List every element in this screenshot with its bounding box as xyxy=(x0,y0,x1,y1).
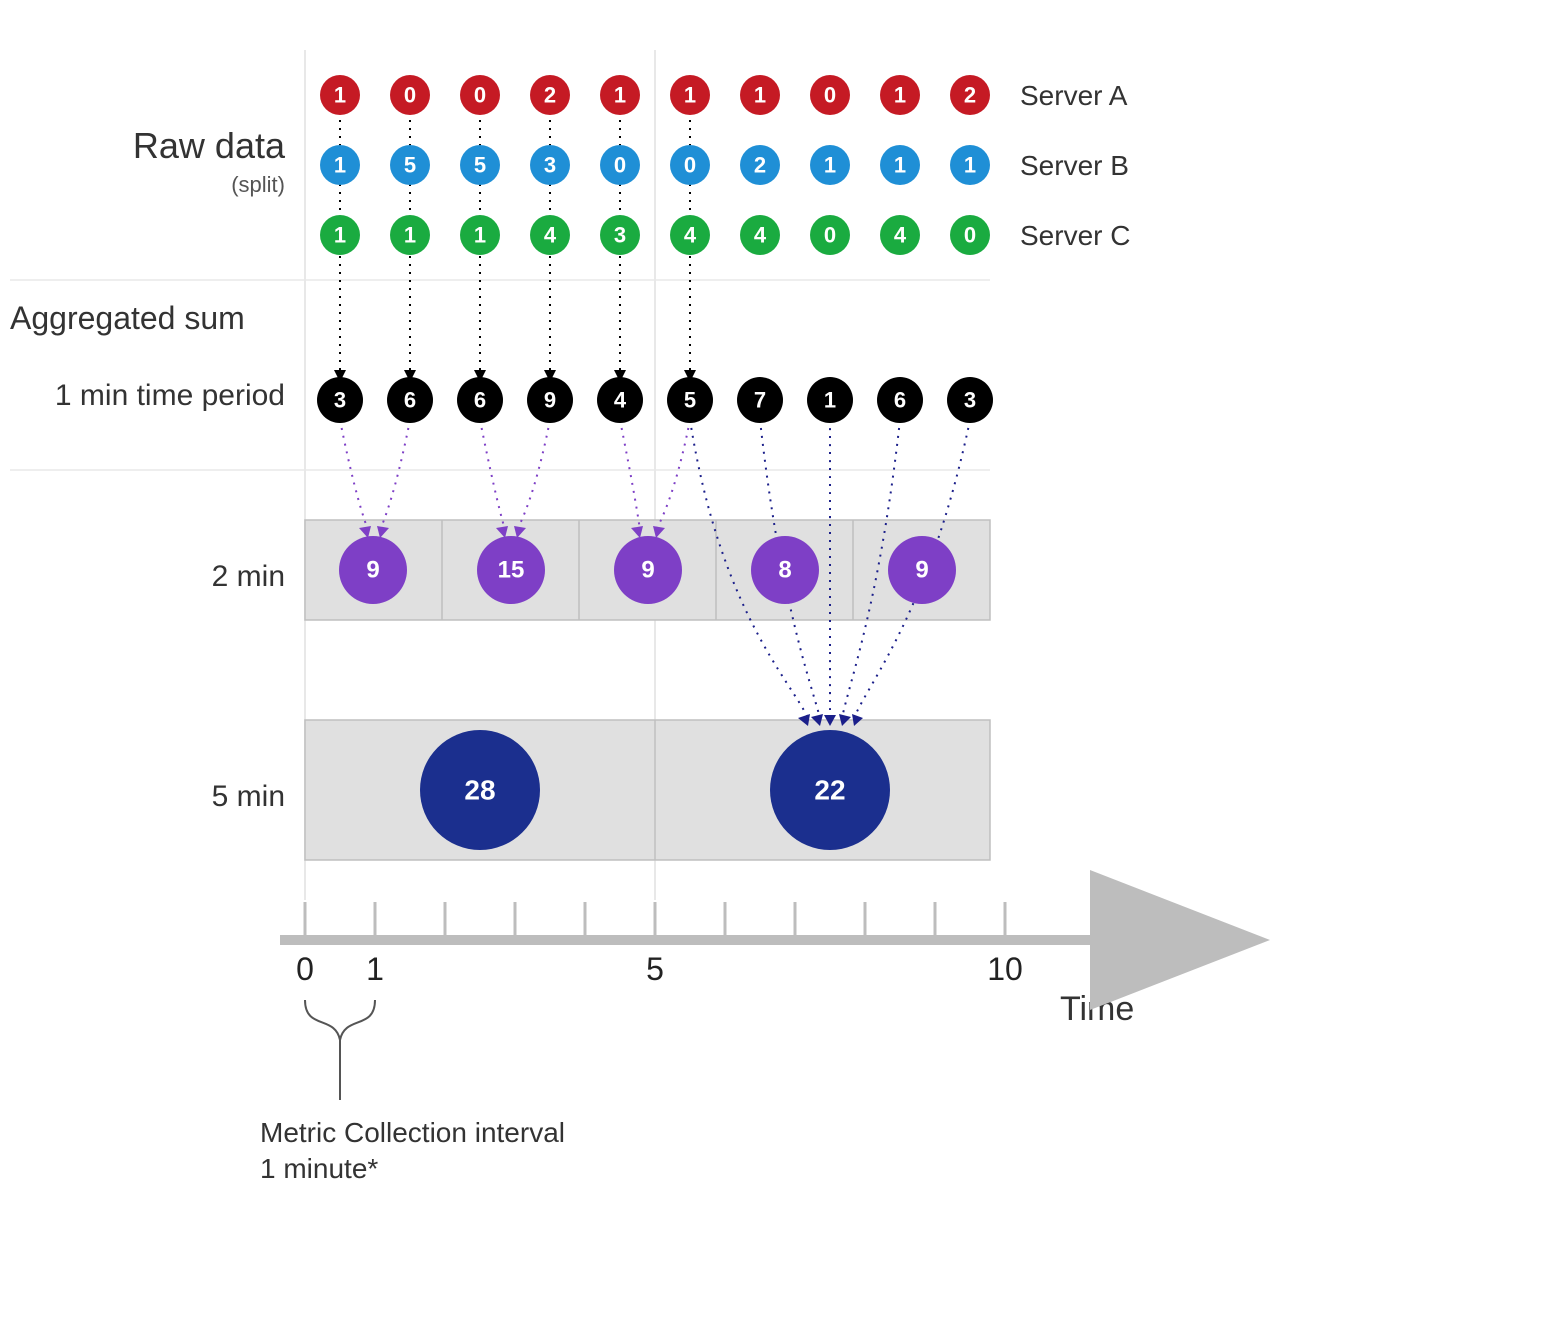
svg-text:0: 0 xyxy=(404,83,416,108)
svg-text:9: 9 xyxy=(641,557,654,584)
tick-1: 1 xyxy=(366,951,384,987)
svg-text:7: 7 xyxy=(754,388,766,413)
svg-text:1: 1 xyxy=(334,153,346,178)
svg-text:3: 3 xyxy=(544,153,556,178)
svg-text:0: 0 xyxy=(614,153,626,178)
diagram-svg: 0 1 5 10 xyxy=(0,0,1557,1319)
svg-text:28: 28 xyxy=(464,775,495,806)
svg-text:22: 22 xyxy=(814,775,845,806)
svg-text:15: 15 xyxy=(498,557,525,584)
svg-text:9: 9 xyxy=(915,557,928,584)
tick-10: 10 xyxy=(987,951,1023,987)
svg-text:3: 3 xyxy=(964,388,976,413)
svg-text:1: 1 xyxy=(684,83,696,108)
svg-text:2: 2 xyxy=(544,83,556,108)
svg-text:1: 1 xyxy=(334,223,346,248)
svg-text:1: 1 xyxy=(824,153,836,178)
svg-text:6: 6 xyxy=(474,388,486,413)
svg-text:5: 5 xyxy=(474,153,486,178)
svg-text:0: 0 xyxy=(824,83,836,108)
svg-text:5: 5 xyxy=(404,153,416,178)
svg-text:9: 9 xyxy=(366,557,379,584)
svg-text:1: 1 xyxy=(404,223,416,248)
svg-text:1: 1 xyxy=(964,153,976,178)
svg-text:4: 4 xyxy=(544,223,557,248)
tick-5: 5 xyxy=(646,951,664,987)
svg-text:4: 4 xyxy=(894,223,907,248)
svg-text:8: 8 xyxy=(778,557,791,584)
svg-text:1: 1 xyxy=(824,388,836,413)
svg-text:1: 1 xyxy=(474,223,486,248)
svg-text:4: 4 xyxy=(754,223,767,248)
svg-text:3: 3 xyxy=(614,223,626,248)
svg-text:0: 0 xyxy=(964,223,976,248)
svg-text:1: 1 xyxy=(894,83,906,108)
svg-text:9: 9 xyxy=(544,388,556,413)
svg-text:3: 3 xyxy=(334,388,346,413)
svg-text:0: 0 xyxy=(824,223,836,248)
svg-text:1: 1 xyxy=(754,83,766,108)
svg-text:4: 4 xyxy=(684,223,697,248)
svg-text:6: 6 xyxy=(894,388,906,413)
svg-text:6: 6 xyxy=(404,388,416,413)
svg-text:0: 0 xyxy=(474,83,486,108)
svg-text:0: 0 xyxy=(684,153,696,178)
tick-0: 0 xyxy=(296,951,314,987)
svg-text:1: 1 xyxy=(894,153,906,178)
svg-text:2: 2 xyxy=(964,83,976,108)
svg-text:5: 5 xyxy=(684,388,696,413)
svg-text:1: 1 xyxy=(334,83,346,108)
svg-text:1: 1 xyxy=(614,83,626,108)
svg-text:4: 4 xyxy=(614,388,627,413)
svg-text:2: 2 xyxy=(754,153,766,178)
